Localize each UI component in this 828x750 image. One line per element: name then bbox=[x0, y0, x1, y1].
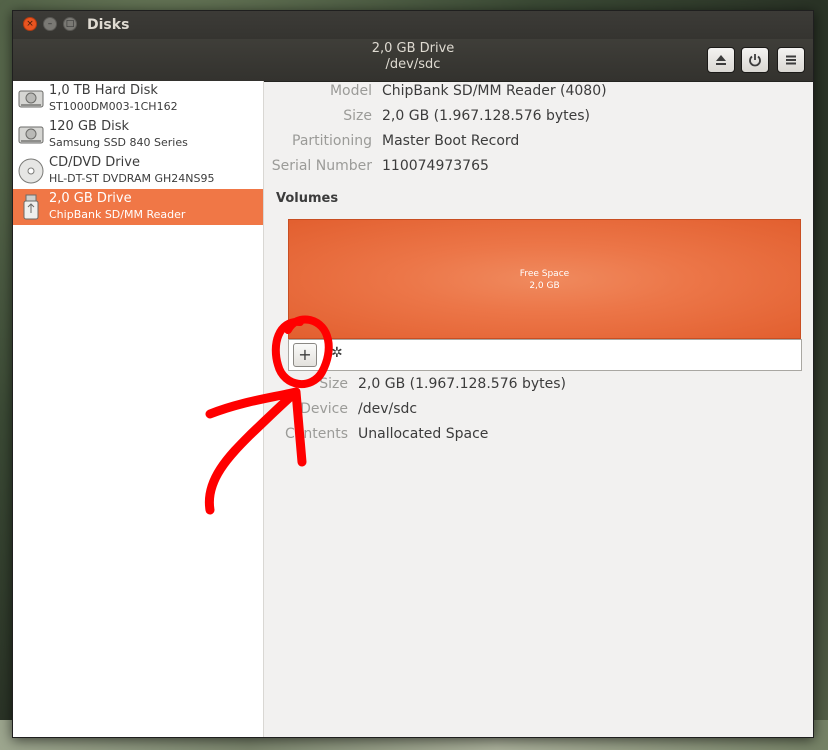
partitioning-label: Partitioning bbox=[292, 133, 372, 149]
partitioning-value: Master Boot Record bbox=[382, 133, 520, 149]
volume-device-row: Device /dev/sdc bbox=[263, 401, 803, 421]
header-bar: 2,0 GB Drive /dev/sdc bbox=[13, 39, 813, 82]
drive-name: 2,0 GB Drive bbox=[371, 41, 455, 56]
volume-size-value: 2,0 GB (1.967.128.576 bytes) bbox=[358, 376, 566, 392]
volume-size-row: Size 2,0 GB (1.967.128.576 bytes) bbox=[263, 376, 803, 396]
close-window-button[interactable]: × bbox=[23, 17, 37, 31]
sidebar-item-optical-drive[interactable]: CD/DVD Drive HL-DT-ST DVDRAM GH24NS95 bbox=[13, 153, 263, 189]
model-row: Model ChipBank SD/MM Reader (4080) bbox=[263, 83, 803, 103]
sidebar-item-title: 2,0 GB Drive bbox=[49, 191, 132, 206]
volume-contents-label: Contents bbox=[285, 426, 348, 442]
volume-contents-value: Unallocated Space bbox=[358, 426, 489, 442]
hamburger-menu-icon bbox=[786, 55, 796, 65]
partition-size: 2,0 GB bbox=[529, 281, 560, 291]
sidebar-item-title: CD/DVD Drive bbox=[49, 155, 140, 170]
model-value: ChipBank SD/MM Reader (4080) bbox=[382, 83, 607, 99]
partition-name: Free Space bbox=[519, 269, 570, 279]
partitioning-row: Partitioning Master Boot Record bbox=[263, 133, 803, 153]
minimize-window-button[interactable]: – bbox=[43, 17, 57, 31]
serial-value: 110074973765 bbox=[382, 158, 489, 174]
disks-window: × – □ Disks 2,0 GB Drive /dev/sdc 1,0 TB… bbox=[12, 10, 814, 738]
hard-disk-icon bbox=[18, 90, 44, 108]
size-label: Size bbox=[343, 108, 372, 124]
plus-icon: + bbox=[298, 345, 312, 364]
partition-label: Free Space 2,0 GB bbox=[289, 268, 800, 292]
eject-button[interactable] bbox=[707, 47, 735, 73]
sidebar-item-title: 1,0 TB Hard Disk bbox=[49, 83, 158, 98]
usb-drive-icon bbox=[23, 194, 39, 220]
gear-icon[interactable]: ✲ bbox=[331, 345, 343, 361]
volumes-heading: Volumes bbox=[276, 191, 339, 206]
maximize-window-button[interactable]: □ bbox=[63, 17, 77, 31]
title-bar: × – □ Disks bbox=[13, 11, 813, 39]
window-title: Disks bbox=[87, 17, 130, 33]
sidebar-item-subtitle: Samsung SSD 840 Series bbox=[49, 136, 188, 149]
eject-icon bbox=[716, 55, 726, 65]
create-partition-button[interactable]: + bbox=[293, 343, 317, 367]
size-value: 2,0 GB (1.967.128.576 bytes) bbox=[382, 108, 590, 124]
volume-device-value: /dev/sdc bbox=[358, 401, 418, 417]
size-row: Size 2,0 GB (1.967.128.576 bytes) bbox=[263, 108, 803, 128]
free-space-partition[interactable]: Free Space 2,0 GB bbox=[288, 219, 801, 339]
sidebar-item-hard-disk[interactable]: 1,0 TB Hard Disk ST1000DM003-1CH162 bbox=[13, 81, 263, 117]
volume-contents-row: Contents Unallocated Space bbox=[263, 426, 803, 446]
drive-title: 2,0 GB Drive /dev/sdc bbox=[13, 41, 813, 73]
sidebar-item-title: 120 GB Disk bbox=[49, 119, 129, 134]
sidebar-item-ssd[interactable]: 120 GB Disk Samsung SSD 840 Series bbox=[13, 117, 263, 153]
sidebar-item-usb-drive[interactable]: 2,0 GB Drive ChipBank SD/MM Reader bbox=[13, 189, 263, 225]
model-label: Model bbox=[329, 83, 372, 99]
menu-button[interactable] bbox=[777, 47, 805, 73]
volume-toolbar: + ✲ bbox=[288, 339, 802, 371]
sidebar-item-subtitle: ST1000DM003-1CH162 bbox=[49, 100, 178, 113]
optical-disc-icon bbox=[18, 158, 44, 184]
hard-disk-icon bbox=[18, 126, 44, 144]
sidebar-item-subtitle: ChipBank SD/MM Reader bbox=[49, 208, 186, 221]
power-off-button[interactable] bbox=[741, 47, 769, 73]
serial-row: Serial Number 110074973765 bbox=[263, 158, 803, 178]
device-path: /dev/sdc bbox=[385, 57, 441, 72]
volume-size-label: Size bbox=[319, 376, 348, 392]
volume-device-label: Device bbox=[300, 401, 348, 417]
sidebar-item-subtitle: HL-DT-ST DVDRAM GH24NS95 bbox=[49, 172, 215, 185]
disk-list-sidebar: 1,0 TB Hard Disk ST1000DM003-1CH162 120 … bbox=[13, 81, 264, 737]
power-icon bbox=[749, 54, 761, 67]
serial-label: Serial Number bbox=[271, 158, 372, 174]
